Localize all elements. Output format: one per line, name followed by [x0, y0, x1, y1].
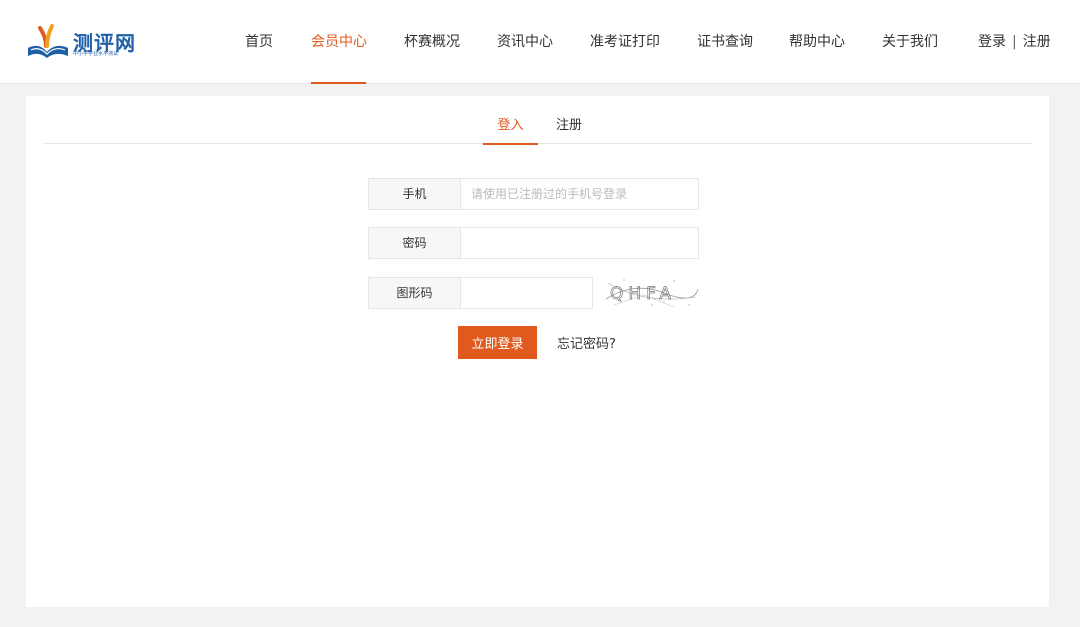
- password-label: 密码: [368, 227, 461, 259]
- auth-separator: |: [1012, 34, 1017, 50]
- header-register-link[interactable]: 注册: [1023, 34, 1051, 50]
- captcha-image[interactable]: QHFA: [604, 275, 700, 311]
- site-header: 测评网 中小学学业水平测试 首页 会员中心 杯赛概况 资讯中心 准考证打印 证书…: [0, 0, 1080, 84]
- forgot-password-link[interactable]: 忘记密码?: [557, 333, 616, 352]
- header-login-link[interactable]: 登录: [978, 34, 1006, 50]
- logo-subtitle: 中小学学业水平测试: [73, 51, 119, 57]
- site-logo[interactable]: 测评网 中小学学业水平测试: [26, 24, 136, 60]
- nav-item-news[interactable]: 资讯中心: [497, 0, 553, 84]
- password-input[interactable]: [461, 227, 699, 259]
- tab-register[interactable]: 注册: [554, 96, 584, 144]
- captcha-input[interactable]: [461, 277, 593, 309]
- tab-login[interactable]: 登入: [483, 96, 538, 145]
- auth-links: 登录 | 注册: [978, 0, 1051, 84]
- nav-item-admission-ticket[interactable]: 准考证打印: [590, 0, 660, 84]
- nav-item-certificate-query[interactable]: 证书查询: [697, 0, 753, 84]
- nav-item-member-center[interactable]: 会员中心: [311, 0, 367, 84]
- phone-label: 手机: [368, 178, 461, 210]
- captcha-label: 图形码: [368, 277, 461, 309]
- captcha-noise-graphic: QHFA: [605, 279, 699, 308]
- captcha-text: QHFA: [610, 284, 676, 304]
- book-logo-icon: [28, 24, 68, 58]
- login-card: 登入 注册 手机 密码 图形码 QHFA 立即登录 忘记密码?: [26, 96, 1049, 607]
- phone-input[interactable]: [461, 178, 699, 210]
- login-submit-button[interactable]: 立即登录: [458, 326, 537, 359]
- nav-item-home[interactable]: 首页: [245, 0, 273, 84]
- nav-item-about-us[interactable]: 关于我们: [882, 0, 938, 84]
- nav-item-help-center[interactable]: 帮助中心: [789, 0, 845, 84]
- auth-tabs: 登入 注册: [43, 96, 1032, 145]
- nav-item-cup-overview[interactable]: 杯赛概况: [404, 0, 460, 84]
